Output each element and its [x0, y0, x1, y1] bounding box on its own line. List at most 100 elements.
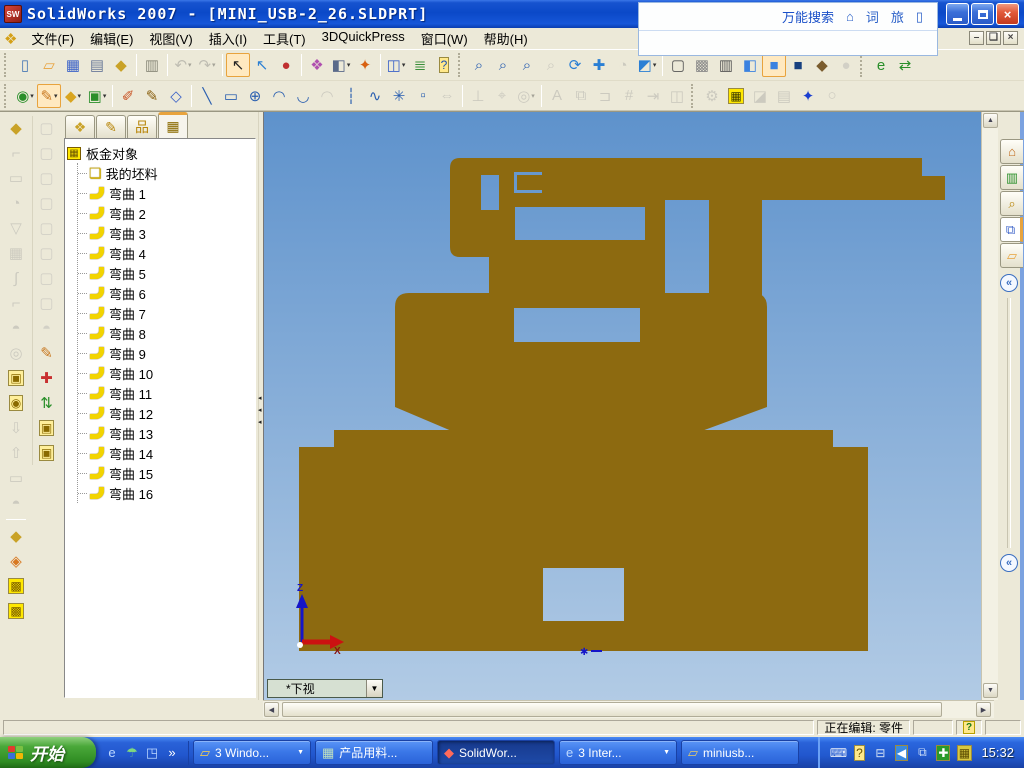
quick-tips-icon[interactable]: ?: [963, 721, 975, 734]
new-doc-icon[interactable]: ▯: [13, 53, 37, 77]
rectangle-icon[interactable]: ▭: [219, 84, 243, 108]
print-icon[interactable]: ▥: [140, 53, 164, 77]
menu-item[interactable]: 工具(T): [255, 27, 314, 50]
tree-item-bend[interactable]: 弯曲 3: [78, 223, 253, 243]
qp-blank-book-icon[interactable]: ◆: [4, 116, 28, 140]
propertymanager-tab[interactable]: ✎: [96, 115, 126, 138]
toolbar-grip[interactable]: [860, 53, 865, 77]
menu-item[interactable]: 视图(V): [141, 27, 200, 50]
shaded-icon[interactable]: ■: [762, 53, 786, 77]
chevron-down-icon[interactable]: ▼: [366, 680, 382, 697]
tree-item-blank[interactable]: ❏ 我的坯料: [78, 163, 253, 183]
shadows-icon[interactable]: ■: [786, 53, 810, 77]
ie-quicklaunch-icon[interactable]: e: [104, 745, 120, 761]
task-miniusb[interactable]: ▱ miniusb...: [681, 740, 799, 765]
task-windows-group[interactable]: ▱ 3 Windo... ▼: [193, 740, 311, 765]
filter-toggle-icon[interactable]: ●: [274, 53, 298, 77]
page-icon[interactable]: ▯: [916, 9, 923, 25]
new-sketch-icon[interactable]: ✎: [35, 341, 59, 365]
tree-item-bend[interactable]: 弯曲 4: [78, 243, 253, 263]
rotate-view-icon[interactable]: ⟳: [563, 53, 587, 77]
scroll-left-icon[interactable]: ◀: [264, 702, 279, 717]
process-flow-icon[interactable]: ⇅: [35, 391, 59, 415]
tree-item-bend[interactable]: 弯曲 8: [78, 323, 253, 343]
zoom-fit-icon[interactable]: ⌕: [491, 53, 515, 77]
dictionary-icon[interactable]: 词: [866, 7, 879, 26]
configurationmanager-tab[interactable]: 品: [127, 115, 157, 138]
menu-item[interactable]: 窗口(W): [413, 27, 476, 50]
mdi-restore-button[interactable]: ❏: [986, 31, 1001, 45]
task-group-chevron-icon[interactable]: ▼: [297, 749, 304, 756]
universal-search-link[interactable]: 万能搜索: [782, 7, 834, 26]
sheetmetal-manager-tab[interactable]: ▦: [158, 112, 188, 138]
tree-item-bend[interactable]: 弯曲 16: [78, 483, 253, 503]
window-split-icon[interactable]: ◫ ▾: [384, 53, 408, 77]
photoworks-icon[interactable]: ✦: [353, 53, 377, 77]
tree-root-sheetmetal[interactable]: ▦ 板金对象: [67, 143, 253, 163]
tree-item-bend[interactable]: 弯曲 2: [78, 203, 253, 223]
vertical-scrollbar[interactable]: ▲ ▼: [981, 112, 998, 701]
wireframe-icon[interactable]: ▢: [666, 53, 690, 77]
select-filter-icon[interactable]: ↖: [250, 53, 274, 77]
spline-icon[interactable]: ∿: [363, 84, 387, 108]
circle-icon[interactable]: ⊕: [243, 84, 267, 108]
shaded-with-edges-icon[interactable]: ◧: [738, 53, 762, 77]
minimize-button[interactable]: [946, 3, 969, 25]
zoom-area-icon[interactable]: ⌕: [515, 53, 539, 77]
toolbar-grip[interactable]: [458, 53, 463, 77]
graphics-viewport[interactable]: ✱ Z X *下视 ▼: [263, 112, 981, 701]
section-view-icon[interactable]: ◧ ▾: [329, 53, 353, 77]
design-library-tab[interactable]: ▥: [1000, 165, 1023, 190]
sketch-icon[interactable]: ✎ ▾: [37, 83, 61, 108]
strip-grid-icon[interactable]: ▩: [4, 574, 28, 598]
blank-book-icon[interactable]: ◆: [4, 524, 28, 548]
toolbar-grip[interactable]: [4, 83, 9, 108]
options-icon[interactable]: ≣: [408, 53, 432, 77]
tree-item-bend[interactable]: 弯曲 6: [78, 283, 253, 303]
hidden-lines-removed-icon[interactable]: ▥: [714, 53, 738, 77]
fold-all-icon[interactable]: ◉: [4, 391, 28, 415]
collapse-taskpane-button[interactable]: «: [1000, 274, 1018, 292]
task-materials-doc[interactable]: ▦ 产品用料...: [315, 740, 433, 765]
appearances-tab[interactable]: ▱: [1000, 243, 1023, 268]
sketch-3d-icon[interactable]: ✎: [140, 84, 164, 108]
close-button[interactable]: ×: [996, 3, 1019, 25]
security-shield-icon[interactable]: ✚: [935, 744, 951, 761]
task-solidworks[interactable]: ◆ SolidWor...: [437, 740, 555, 765]
help-tray-icon[interactable]: ?: [851, 744, 867, 761]
tree-item-bend[interactable]: 弯曲 7: [78, 303, 253, 323]
safely-remove-icon[interactable]: ⊟: [872, 745, 888, 761]
qp-tooling-icon[interactable]: ✦: [796, 84, 820, 108]
color-swatch-icon[interactable]: ❖: [305, 53, 329, 77]
task-group-chevron-icon[interactable]: ▼: [663, 749, 670, 756]
unfold-step-icon[interactable]: ◈: [4, 549, 28, 573]
add-point-icon[interactable]: ✚: [35, 366, 59, 390]
toolbar-grip[interactable]: [4, 53, 9, 77]
horizontal-scrollbar[interactable]: ◀ ▶: [263, 700, 994, 718]
chevron-icon[interactable]: »: [164, 745, 180, 761]
zoom-select-icon[interactable]: ⌕: [467, 53, 491, 77]
centerline-icon[interactable]: ┆: [339, 84, 363, 108]
featuremanager-tab[interactable]: ❖: [65, 115, 95, 138]
scroll-right-icon[interactable]: ▶: [976, 702, 991, 717]
sw-resources-tab[interactable]: ⌂: [1000, 139, 1023, 164]
tree-item-bend[interactable]: 弯曲 14: [78, 443, 253, 463]
antivirus-quicklaunch-icon[interactable]: ☂: [124, 745, 140, 761]
language-bar-icon[interactable]: ▦: [956, 744, 973, 761]
network-tray-icon[interactable]: ⧉: [914, 745, 930, 761]
select-icon[interactable]: ↖: [226, 53, 250, 77]
hatch-icon[interactable]: ▫: [411, 84, 435, 108]
extrude-icon[interactable]: ▣ ▾: [85, 84, 109, 108]
sw-explorer-icon[interactable]: ◆: [109, 53, 133, 77]
strip-grid-2-icon[interactable]: ▩: [4, 599, 28, 623]
unfold-all-icon[interactable]: ▣: [4, 366, 28, 390]
centerpoint-arc-icon[interactable]: ◠: [267, 84, 291, 108]
point-icon[interactable]: ✳: [387, 84, 411, 108]
qp-strip-layout-icon[interactable]: ▦: [724, 84, 748, 108]
menu-item[interactable]: 文件(F): [23, 27, 82, 50]
tree-item-bend[interactable]: 弯曲 5: [78, 263, 253, 283]
tree-item-bend[interactable]: 弯曲 10: [78, 363, 253, 383]
modify-sketch-icon[interactable]: ◇: [164, 84, 188, 108]
scroll-down-icon[interactable]: ▼: [983, 683, 998, 698]
menu-item[interactable]: 帮助(H): [476, 27, 536, 50]
